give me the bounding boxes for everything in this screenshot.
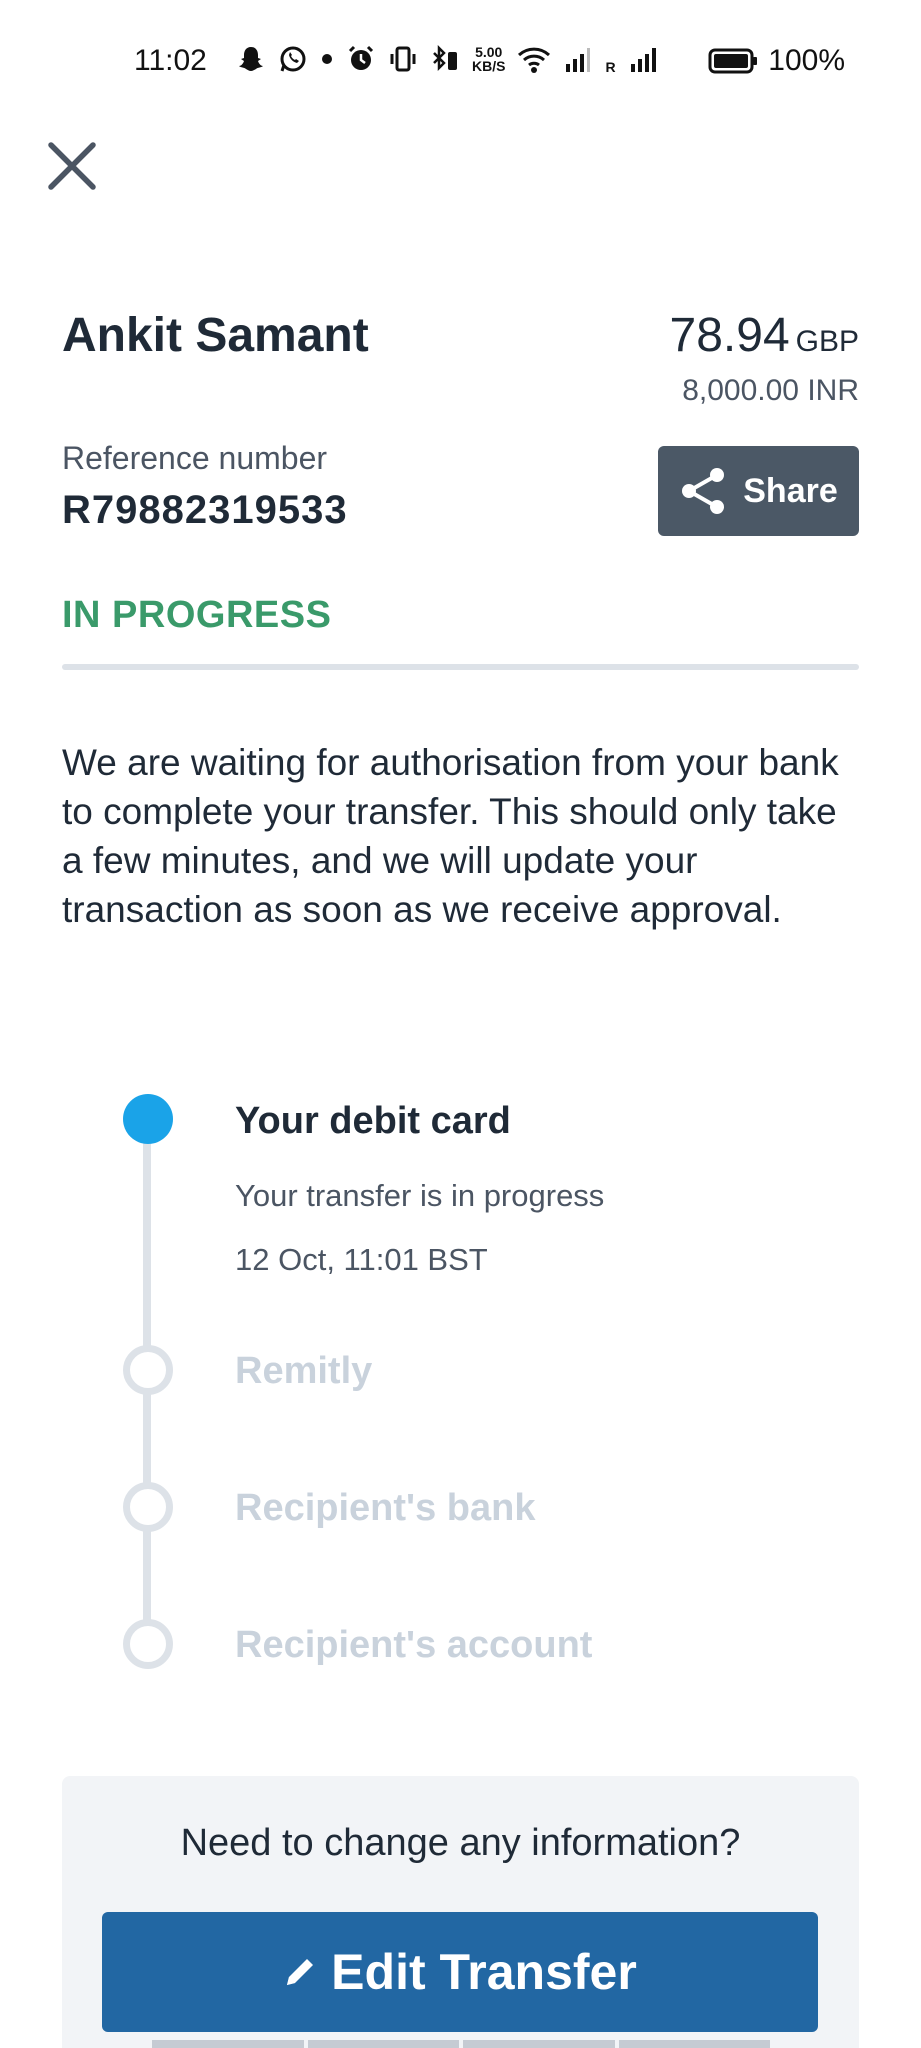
timeline-step-recipient-bank: Recipient's bank — [235, 1487, 536, 1529]
reference-number: R79882319533 — [62, 488, 348, 532]
signal-roaming-icon — [630, 48, 656, 72]
timeline-step-recipient-account: Recipient's account — [235, 1624, 593, 1666]
bottom-hint-segment — [152, 2040, 304, 2048]
roaming-indicator: R — [605, 59, 616, 75]
timeline-connector — [143, 1118, 151, 1354]
notification-icons: 5.00 KB/S R — [236, 44, 658, 74]
timeline-step-time: 12 Oct, 11:01 BST — [235, 1242, 488, 1277]
timeline-step-debit-card: Your debit card — [235, 1100, 511, 1142]
timeline-dot — [123, 1482, 173, 1532]
share-icon — [682, 468, 725, 514]
pencil-icon — [287, 1959, 314, 1985]
edit-transfer-button[interactable]: Edit Transfer — [102, 1912, 818, 2032]
received-amount: 8,000.00 INR — [682, 374, 859, 407]
snapchat-icon — [239, 47, 263, 71]
battery-percent: 100% — [768, 44, 845, 77]
battery-status: 100% — [708, 44, 845, 78]
network-speed: 5.00 KB/S — [472, 44, 506, 74]
close-button[interactable] — [44, 138, 100, 194]
reference-label: Reference number — [62, 440, 328, 476]
bottom-hint-segment — [307, 2040, 459, 2048]
amount-currency: GBP — [795, 325, 859, 358]
change-info-panel: Need to change any information? Edit Tra… — [62, 1776, 859, 2048]
close-icon — [48, 142, 96, 190]
signal-icon — [566, 48, 591, 72]
bottom-hint-segment — [618, 2040, 770, 2048]
bluetooth-battery-icon — [433, 44, 457, 72]
dot-icon — [322, 54, 332, 64]
timeline-connector — [143, 1527, 151, 1629]
timeline-dot-active — [123, 1094, 173, 1144]
edit-transfer-label: Edit Transfer — [331, 1944, 637, 2000]
status-divider — [62, 664, 859, 670]
vibrate-icon — [390, 46, 416, 72]
transfer-details-screen: 11:02 5.00 KB/S R 100% Ankit Samant 78.9… — [0, 0, 921, 2048]
bottom-scroll-hint — [152, 2040, 770, 2048]
timeline-step-status: Your transfer is in progress — [235, 1178, 605, 1213]
status-description: We are waiting for authorisation from yo… — [62, 742, 839, 930]
status-bar: 11:02 5.00 KB/S R 100% — [0, 0, 921, 120]
send-amount: 78.94 GBP — [670, 308, 859, 363]
timeline-dot — [123, 1345, 173, 1395]
alarm-icon — [348, 45, 374, 70]
change-info-question: Need to change any information? — [180, 1822, 741, 1864]
whatsapp-icon — [280, 46, 306, 72]
timeline-dot — [123, 1619, 173, 1669]
status-time: 11:02 — [134, 44, 207, 77]
share-button[interactable]: Share — [658, 446, 859, 536]
recipient-name: Ankit Samant — [62, 309, 369, 362]
amount-value: 78.94 — [669, 309, 790, 362]
bottom-hint-segment — [463, 2040, 615, 2048]
share-label: Share — [743, 471, 838, 510]
status-badge: IN PROGRESS — [62, 594, 332, 636]
timeline-connector — [143, 1390, 151, 1492]
battery-icon — [708, 48, 758, 74]
timeline-step-remitly: Remitly — [235, 1350, 373, 1392]
wifi-icon — [518, 47, 551, 73]
